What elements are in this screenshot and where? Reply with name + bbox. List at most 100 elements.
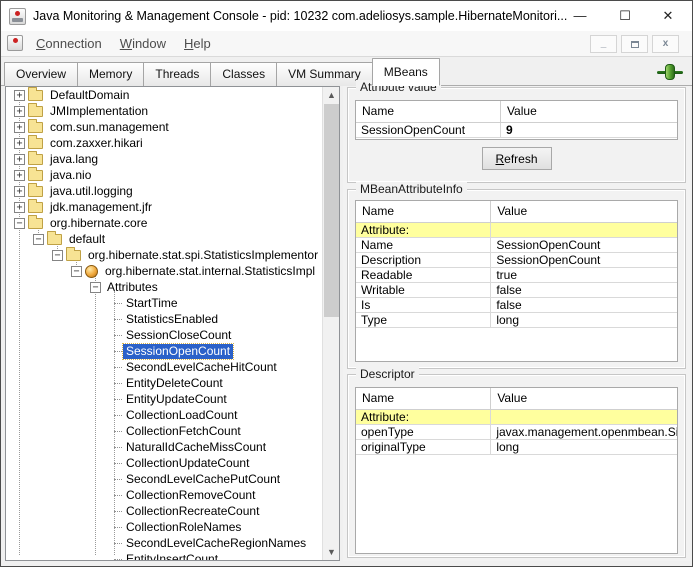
minus-toggle-icon[interactable]: − xyxy=(52,249,63,261)
frame-minimize-button[interactable]: _ xyxy=(590,35,617,53)
table-cell[interactable]: Is xyxy=(356,297,492,313)
tree-node[interactable]: SessionCloseCount xyxy=(6,327,322,343)
menu-connection[interactable]: Connection xyxy=(27,31,111,57)
table-row[interactable]: Description SessionOpenCount xyxy=(356,252,677,268)
tree-node-label[interactable]: SecondLevelCacheHitCount xyxy=(123,360,280,375)
tree-node-label[interactable]: EntityDeleteCount xyxy=(123,376,226,391)
tree-node-label[interactable]: CollectionRoleNames xyxy=(123,520,244,535)
plus-toggle-icon[interactable]: + xyxy=(14,169,25,181)
tree-node-label[interactable]: JMImplementation xyxy=(47,104,151,119)
table-cell[interactable]: false xyxy=(490,297,677,313)
mbean-tree-panel[interactable]: + DefaultDomain + JMImplementation + com.sun.… xyxy=(5,86,340,561)
minus-toggle-icon[interactable]: − xyxy=(90,281,101,293)
scroll-down-arrow-icon[interactable]: ▼ xyxy=(323,544,339,560)
tree-node-label[interactable]: EntityInsertCount xyxy=(123,552,221,561)
tree-node-label[interactable]: StartTime xyxy=(123,296,181,311)
menu-help[interactable]: Help xyxy=(175,31,220,57)
tree-node[interactable]: − org.hibernate.stat.internal.StatisticsI… xyxy=(6,263,322,279)
column-header-value[interactable]: Value xyxy=(500,101,677,123)
tree-node-label[interactable]: CollectionUpdateCount xyxy=(123,456,252,471)
tree-node[interactable]: StartTime xyxy=(6,295,322,311)
plus-toggle-icon[interactable]: + xyxy=(14,89,25,101)
table-cell[interactable]: false xyxy=(490,282,677,298)
close-button[interactable]: ✕ xyxy=(650,1,686,31)
tab-classes[interactable]: Classes xyxy=(210,62,278,86)
tree-node-label[interactable]: NaturalIdCacheMissCount xyxy=(123,440,269,455)
table-row[interactable]: originalType long xyxy=(356,439,677,455)
tree-node[interactable]: EntityUpdateCount xyxy=(6,391,322,407)
tree-node[interactable]: − Attributes xyxy=(6,279,322,295)
tree-node-label[interactable]: SessionOpenCount xyxy=(121,342,235,360)
minimize-button[interactable]: — xyxy=(562,1,598,31)
tree-node[interactable]: SessionOpenCount xyxy=(6,342,322,360)
table-cell[interactable]: originalType xyxy=(356,439,492,455)
menu-window[interactable]: Window xyxy=(111,31,175,57)
table-row[interactable]: Attribute: xyxy=(356,222,677,238)
column-header-value[interactable]: Value xyxy=(490,201,677,223)
plus-toggle-icon[interactable]: + xyxy=(14,201,25,213)
minus-toggle-icon[interactable]: − xyxy=(71,265,82,277)
column-header-name[interactable]: Name xyxy=(356,388,492,410)
tree-node-label[interactable]: org.hibernate.stat.internal.StatisticsIm… xyxy=(102,264,318,279)
tree-node-label[interactable]: Attributes xyxy=(104,280,161,295)
scrollbar-thumb[interactable] xyxy=(324,104,339,317)
tree-node-label[interactable]: com.sun.management xyxy=(47,120,172,135)
tree-node[interactable]: + JMImplementation xyxy=(6,102,322,119)
tree-node[interactable]: + com.sun.management xyxy=(6,118,322,135)
column-header-value[interactable]: Value xyxy=(490,388,677,410)
tree-scrollbar[interactable]: ▲ ▼ xyxy=(322,87,339,560)
tree-node[interactable]: EntityInsertCount xyxy=(6,551,322,561)
tree-node[interactable]: + com.zaxxer.hikari xyxy=(6,134,322,151)
table-row[interactable]: Attribute: xyxy=(356,409,677,425)
table-cell[interactable]: openType xyxy=(356,424,492,440)
tree-node[interactable]: CollectionFetchCount xyxy=(6,423,322,439)
tree-node[interactable]: CollectionRoleNames xyxy=(6,519,322,535)
table-cell[interactable]: Attribute: xyxy=(356,222,492,238)
tree-node-label[interactable]: CollectionRemoveCount xyxy=(123,488,258,503)
table-cell[interactable]: true xyxy=(490,267,677,283)
table-cell[interactable] xyxy=(490,222,677,238)
tree-node-label[interactable]: CollectionRecreateCount xyxy=(123,504,262,519)
table-cell[interactable]: Writable xyxy=(356,282,492,298)
table-cell[interactable]: javax.management.openmbean.Sim... xyxy=(490,424,677,440)
tree-node[interactable]: SecondLevelCachePutCount xyxy=(6,471,322,487)
tree-node[interactable]: + jdk.management.jfr xyxy=(6,198,322,215)
plus-toggle-icon[interactable]: + xyxy=(14,185,25,197)
tab-threads[interactable]: Threads xyxy=(143,62,212,86)
minus-toggle-icon[interactable]: − xyxy=(33,233,44,245)
column-header-name[interactable]: Name xyxy=(356,201,492,223)
tree-node-label[interactable]: jdk.management.jfr xyxy=(47,200,155,215)
tree-node-label[interactable]: java.lang xyxy=(47,152,101,167)
frame-restore-button[interactable] xyxy=(621,35,648,53)
tab-overview[interactable]: Overview xyxy=(4,62,79,86)
table-cell[interactable]: SessionOpenCount xyxy=(490,252,677,268)
table-row[interactable]: Is false xyxy=(356,297,677,313)
tree-node-label[interactable]: EntityUpdateCount xyxy=(123,392,230,407)
tree-node[interactable]: CollectionUpdateCount xyxy=(6,455,322,471)
tree-node[interactable]: − org.hibernate.stat.spi.StatisticsImplem… xyxy=(6,246,322,263)
tree-node-label[interactable]: org.hibernate.stat.spi.StatisticsImpleme… xyxy=(85,248,321,263)
column-header-name[interactable]: Name xyxy=(356,101,501,123)
tree-node[interactable]: + DefaultDomain xyxy=(6,87,322,103)
tree-node-label[interactable]: default xyxy=(66,232,108,247)
tree-node-label[interactable]: com.zaxxer.hikari xyxy=(47,136,146,151)
tree-node[interactable]: + java.lang xyxy=(6,150,322,167)
tree-node[interactable]: SecondLevelCacheHitCount xyxy=(6,359,322,375)
table-row[interactable]: Type long xyxy=(356,312,677,328)
tree-node[interactable]: SecondLevelCacheRegionNames xyxy=(6,535,322,551)
table-cell[interactable]: long xyxy=(490,439,677,455)
tab-memory[interactable]: Memory xyxy=(77,62,145,86)
table-cell[interactable]: long xyxy=(490,312,677,328)
table-cell[interactable]: SessionOpenCount xyxy=(490,237,677,253)
tree-node-label[interactable]: org.hibernate.core xyxy=(47,216,150,231)
tree-node[interactable]: − org.hibernate.core xyxy=(6,214,322,231)
frame-close-button[interactable]: x xyxy=(652,35,679,53)
tree-node[interactable]: CollectionRecreateCount xyxy=(6,503,322,519)
table-cell[interactable]: Name xyxy=(356,237,492,253)
table-cell[interactable]: SessionOpenCount xyxy=(356,122,501,138)
table-cell[interactable]: Type xyxy=(356,312,492,328)
tree-node[interactable]: CollectionRemoveCount xyxy=(6,487,322,503)
titlebar[interactable]: Java Monitoring & Management Console - p… xyxy=(1,1,692,31)
tree-node-label[interactable]: java.nio xyxy=(47,168,94,183)
tree-node-label[interactable]: CollectionFetchCount xyxy=(123,424,244,439)
